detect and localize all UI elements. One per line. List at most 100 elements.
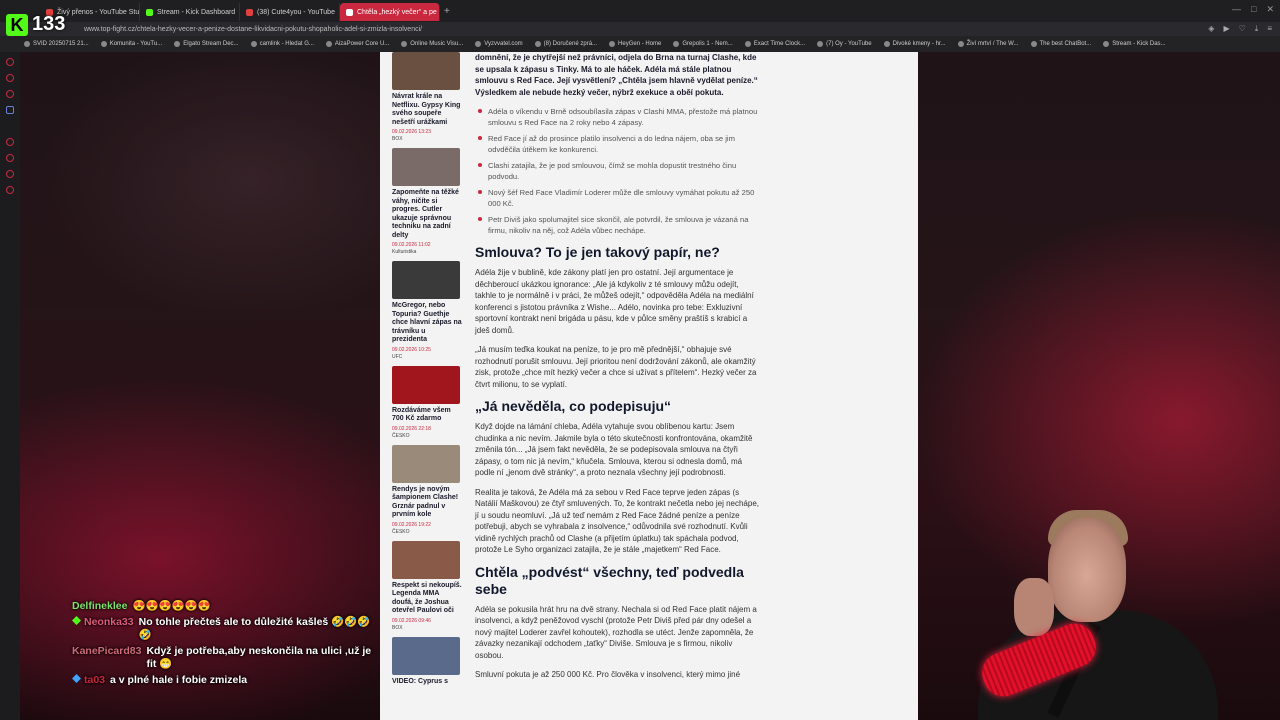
sidebar-app-icon[interactable] [6,154,14,162]
download-icon[interactable]: ⤓ [1255,24,1259,34]
chat-username[interactable]: KanePicard83 [72,645,141,671]
browser-tab-active[interactable]: Chtěla „hezký večer“ a pe [340,3,440,21]
bookmark-item[interactable]: Vyzvvatel.com [475,41,523,47]
toolbar-icons: ◈ ▶ ♡ ⤓ ≡ [1208,24,1272,34]
related-article-card[interactable]: Návrat krále na Netflixu. Gypsy King své… [392,52,462,142]
bookmark-item[interactable]: Živí mrtví / The W... [957,41,1019,47]
card-title[interactable]: Respekt si nekoupíš. Legenda MMA doufá, … [392,582,462,616]
chat-overlay: Delfineklee 😍😍😍😍😍😍 Neonka33 No tohle přečte… [72,600,372,690]
article-thumbnail[interactable] [392,540,460,579]
card-date: 09.02.2026 19:22 [392,521,431,528]
article-thumbnail[interactable] [392,261,460,299]
bookmark-item[interactable]: (7) Oy - YouTube [817,41,872,47]
bookmark-favicon-icon [673,41,680,47]
bookmark-item[interactable]: Stream - Kick Das... [1103,41,1166,47]
new-tab-icon[interactable]: + [444,6,450,17]
bookmark-item[interactable]: Komunita - YouTu... [100,41,162,47]
key-point: Clashi zatajila, že je pod smlouvou, čím… [475,160,760,182]
card-title[interactable]: Rozdáváme všem 700 Kč zdarmo [392,407,462,424]
bookmark-favicon-icon [100,41,107,47]
chat-username[interactable]: ta03 [72,674,105,687]
sidebar-app-icon[interactable] [6,138,14,146]
chat-username[interactable]: Delfineklee [72,600,127,613]
bookmark-item[interactable]: (8) Doručené zprá... [534,41,598,47]
bookmark-item[interactable]: Grepolis 1 - Nem... [673,41,733,47]
article-paragraph: „Já musím teďka koukat na peníze, to je … [475,345,757,389]
bookmark-label: (7) Oy - YouTube [826,41,872,47]
bookmark-favicon-icon [475,41,482,47]
chat-message: KanePicard83 Když je potřeba,aby neskonči… [72,645,372,671]
card-date: 09.02.2026 09:46 [392,617,431,624]
close-icon[interactable]: ✕ [1266,4,1274,15]
sidebar-app-icon[interactable] [6,90,14,98]
bookmark-favicon-icon [534,41,541,47]
bookmark-item[interactable]: camlink - Hledat G... [250,41,314,47]
card-date: 09.02.2026 13:23 [392,129,431,135]
bookmark-label: Divoké kmeny - hr... [892,41,946,47]
tab-label: Stream - Kick Dashboard [157,8,236,16]
menu-icon[interactable]: ≡ [1267,24,1272,34]
bookmark-item[interactable]: Exact Time Clock... [744,41,805,47]
card-title[interactable]: Návrat krále na Netflixu. Gypsy King své… [392,93,462,127]
card-title[interactable]: VIDEO: Cyprus s [392,678,462,687]
card-title[interactable]: Zapomeňte na těžké váhy, ničíte si progr… [392,189,462,240]
browser-tab[interactable]: (38) Cute4you - YouTube [240,3,340,21]
bookmark-label: Elgato Stream Dec... [183,41,239,47]
bookmark-item[interactable]: The best ChatBot... [1030,41,1091,47]
chat-message: Delfineklee 😍😍😍😍😍😍 [72,600,372,613]
bookmark-favicon-icon [609,41,616,47]
browser-tab-bar: Živý přenos - YouTube Stu Stream - Kick … [0,0,1280,22]
maximize-icon[interactable]: □ [1251,4,1256,15]
bookmark-item[interactable]: Elgato Stream Dec... [174,41,239,47]
bookmark-favicon-icon [401,41,408,47]
address-bar[interactable]: www.top-fight.cz/chtela-hezky-vecer-a-pe… [0,22,1280,36]
heart-icon[interactable]: ♡ [1239,24,1246,34]
bookmark-item[interactable]: HeyGen - Home [609,41,661,47]
extension-icon[interactable]: ◈ [1208,24,1214,34]
sidebar-app-icon[interactable] [6,106,14,114]
sidebar-app-icon[interactable] [6,58,14,66]
bookmark-item[interactable]: Online Music Visu... [401,41,463,47]
related-article-card[interactable]: Zapomeňte na těžké váhy, ničíte si progr… [392,148,462,255]
bookmark-item[interactable]: SVID 20250715 21... [24,41,89,47]
related-article-card[interactable]: McGregor, nebo Topuria? Guethje chce hla… [392,261,462,360]
tab-label: (38) Cute4you - YouTube [257,8,335,16]
related-article-card[interactable]: Rozdáváme všem 700 Kč zdarmo 09.02.2026 2… [392,365,462,439]
section-heading: Smlouva? To je jen takový papír, ne? [475,244,720,260]
bookmark-favicon-icon [817,41,824,47]
browser-tab[interactable]: Stream - Kick Dashboard [140,3,240,21]
card-title[interactable]: Rendys je novým šampionem Clashe! Grznár… [392,486,462,520]
tab-favicon-icon [246,8,253,16]
window-controls: — □ ✕ [1232,4,1274,15]
card-title[interactable]: McGregor, nebo Topuria? Guethje chce hla… [392,302,462,345]
chat-username-text: Neonka33 [84,616,134,628]
bookmark-label: Živí mrtví / The W... [966,41,1019,47]
bookmark-favicon-icon [1030,41,1037,47]
minimize-icon[interactable]: — [1232,4,1241,15]
key-point: Red Face jí až do prosince platilo insol… [475,133,760,155]
section-heading: Chtěla „podvést“ všechny, teď podvedla s… [475,563,744,597]
card-date: 09.02.2026 22:18 [392,425,431,432]
sidebar-app-icon[interactable] [6,170,14,178]
chat-username[interactable]: Neonka33 [72,616,134,642]
article-paragraph: Realita je taková, že Adéla má za sebou … [475,487,759,555]
related-article-card[interactable]: VIDEO: Cyprus s [392,636,462,687]
play-icon[interactable]: ▶ [1223,24,1229,34]
bookmark-item[interactable]: AizaPower Core U... [325,41,390,47]
article-thumbnail[interactable] [392,52,460,90]
chat-text: Když je potřeba,aby neskončila na ulici … [146,645,372,670]
article-thumbnail[interactable] [392,444,460,483]
bookmark-label: Grepolis 1 - Nem... [682,41,733,47]
sidebar-app-icon[interactable] [6,186,14,194]
bookmark-label: (8) Doručené zprá... [543,41,598,47]
sidebar-app-icon[interactable] [6,74,14,82]
related-article-card[interactable]: Rendys je novým šampionem Clashe! Grznár… [392,444,462,535]
bookmark-item[interactable]: Divoké kmeny - hr... [883,41,946,47]
bookmark-label: AizaPower Core U... [334,41,390,47]
article-thumbnail[interactable] [392,636,460,675]
chat-text: No tohle přečteš ale to důležité kašleš … [138,616,371,641]
bookmark-favicon-icon [744,41,751,47]
related-article-card[interactable]: Respekt si nekoupíš. Legenda MMA doufá, … [392,540,462,631]
article-thumbnail[interactable] [392,365,460,404]
article-thumbnail[interactable] [392,148,460,186]
